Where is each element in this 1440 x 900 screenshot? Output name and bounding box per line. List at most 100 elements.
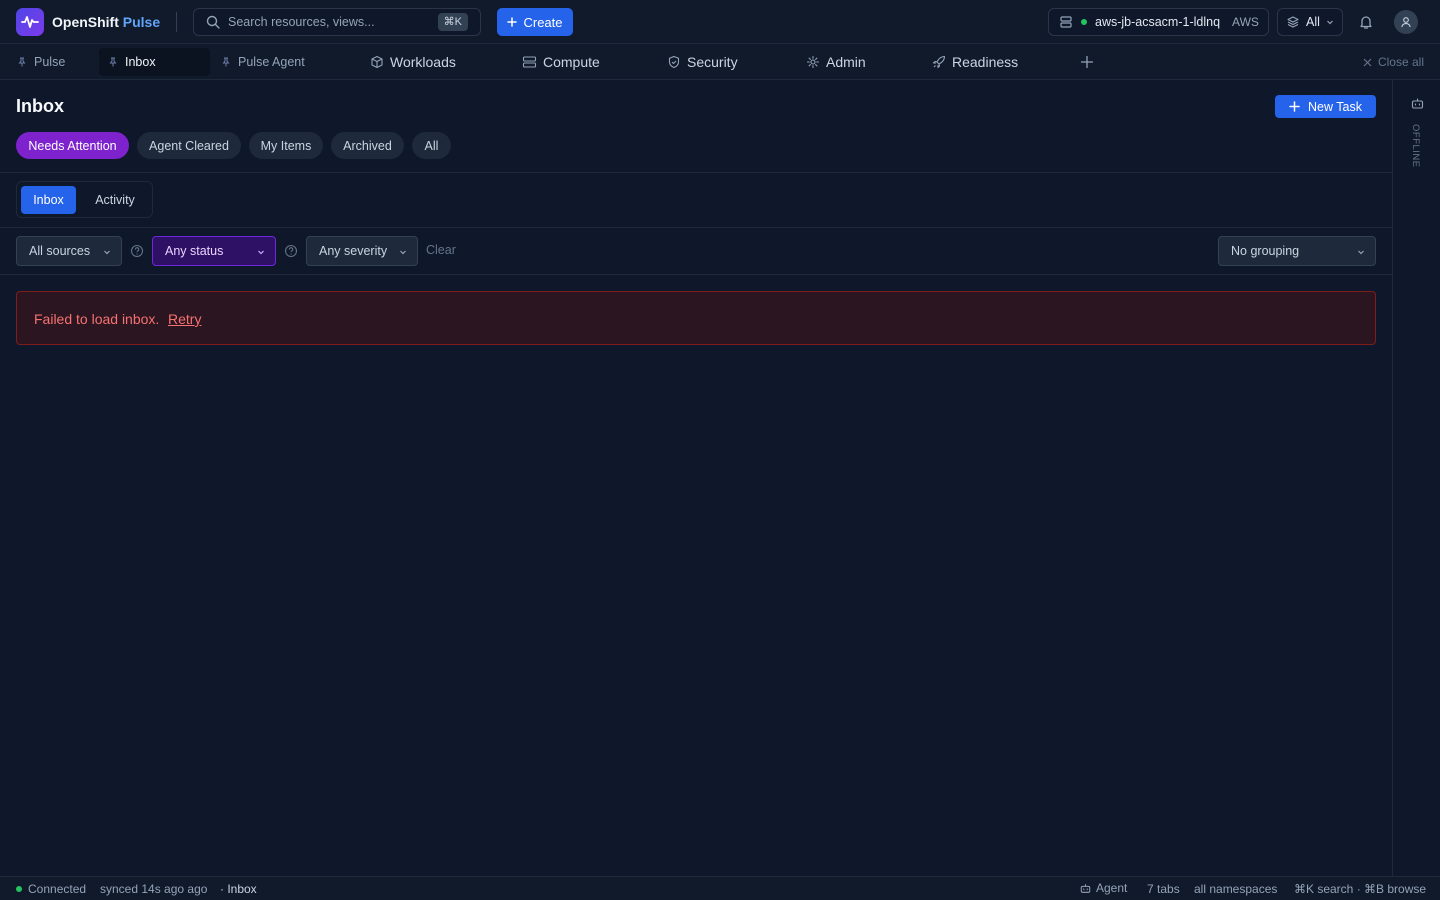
pin-icon <box>222 57 232 67</box>
tab-readiness[interactable]: Readiness <box>932 48 1018 76</box>
chevron-down-icon <box>257 248 265 256</box>
create-button[interactable]: Create <box>497 8 573 36</box>
tab-inbox[interactable]: Inbox <box>99 48 210 76</box>
current-location: · Inbox <box>220 882 257 896</box>
connection-status: Connected <box>28 882 87 896</box>
search-placeholder: Search resources, views... <box>228 15 375 29</box>
tab-workloads[interactable]: Workloads <box>370 48 456 76</box>
tabs-count: 7 tabs <box>1147 882 1180 896</box>
tab-pulse[interactable]: Pulse <box>10 48 90 76</box>
top-bar: OpenShift Pulse Search resources, views.… <box>0 0 1440 44</box>
severity-filter-value: Any severity <box>319 244 388 258</box>
create-label: Create <box>523 14 563 30</box>
header-divider <box>176 12 177 32</box>
chevron-down-icon <box>103 248 111 256</box>
cluster-provider: AWS <box>1232 15 1259 29</box>
tab-label: Readiness <box>952 54 1019 70</box>
filter-chip-needs-attention[interactable]: Needs Attention <box>16 132 129 159</box>
view-toggle: Inbox Activity <box>16 181 153 218</box>
chevron-down-icon <box>399 248 407 256</box>
main-content: Inbox New Task Needs Attention Agent Cle… <box>0 80 1392 876</box>
global-search[interactable]: Search resources, views... ⌘K <box>193 8 481 36</box>
tab-label: Pulse Agent <box>238 55 305 69</box>
filter-chip-archived[interactable]: Archived <box>331 132 404 159</box>
add-tab-icon[interactable] <box>1080 55 1094 69</box>
tab-label: Pulse <box>34 55 66 69</box>
tab-label: Security <box>687 54 738 70</box>
user-icon <box>1400 16 1412 28</box>
close-icon <box>1363 58 1372 67</box>
cluster-status-dot <box>1081 19 1087 25</box>
pulse-logo-icon[interactable] <box>16 8 44 36</box>
status-filter-dropdown[interactable]: Any status <box>152 236 276 266</box>
pin-icon <box>18 57 28 67</box>
status-bar: Connected synced 14s ago ago · Inbox Age… <box>0 876 1440 900</box>
bot-icon <box>1080 883 1091 894</box>
namespace-scope: all namespaces <box>1194 882 1278 896</box>
server-icon <box>1059 15 1073 29</box>
brand-accent: Pulse <box>122 14 161 30</box>
tab-label: Compute <box>543 54 600 70</box>
app-brand[interactable]: OpenShift Pulse <box>52 14 160 30</box>
plus-icon <box>1289 101 1300 112</box>
filter-chip-all[interactable]: All <box>412 132 451 159</box>
plus-icon <box>507 17 518 27</box>
grouping-dropdown[interactable]: No grouping <box>1218 236 1376 266</box>
tab-label: Inbox <box>125 55 156 69</box>
status-filter-value: Any status <box>165 244 224 258</box>
section-divider <box>0 274 1392 275</box>
cluster-name: aws-jb-acsacm-1-ldlnq <box>1095 15 1221 29</box>
tab-pulse-agent[interactable]: Pulse Agent <box>214 48 334 76</box>
help-circle-icon[interactable] <box>130 244 144 258</box>
new-task-button[interactable]: New Task <box>1275 95 1376 118</box>
agent-side-rail[interactable]: OFFLINE <box>1392 80 1440 876</box>
namespace-selector[interactable]: All <box>1277 8 1343 36</box>
section-divider <box>0 172 1392 173</box>
keyboard-shortcuts: ⌘K search · ⌘B browse <box>1294 882 1427 896</box>
close-all-tabs-button[interactable]: Close all <box>1363 55 1424 69</box>
retry-link[interactable]: Retry <box>168 311 201 327</box>
bell-icon[interactable] <box>1358 14 1374 30</box>
layers-icon <box>1286 15 1300 29</box>
sources-filter-dropdown[interactable]: All sources <box>16 236 122 266</box>
gear-icon <box>806 55 820 69</box>
tab-admin[interactable]: Admin <box>806 48 866 76</box>
page-title: Inbox <box>16 96 64 116</box>
connection-status-dot <box>16 886 22 892</box>
namespace-label: All <box>1306 15 1320 29</box>
grouping-value: No grouping <box>1231 244 1300 258</box>
tab-label: Admin <box>826 54 866 70</box>
filter-chip-my-items[interactable]: My Items <box>249 132 323 159</box>
cube-icon <box>370 55 384 69</box>
brand-primary: OpenShift <box>52 14 119 30</box>
user-avatar[interactable] <box>1394 10 1418 34</box>
new-task-label: New Task <box>1308 99 1362 114</box>
cluster-selector[interactable]: aws-jb-acsacm-1-ldlnq AWS <box>1048 8 1269 36</box>
severity-filter-dropdown[interactable]: Any severity <box>306 236 418 266</box>
rocket-icon <box>932 55 946 69</box>
close-all-label: Close all <box>1377 55 1424 69</box>
filter-chip-agent-cleared[interactable]: Agent Cleared <box>137 132 241 159</box>
tab-label: Workloads <box>390 54 456 70</box>
agent-status-label: OFFLINE <box>1410 124 1421 168</box>
error-message: Failed to load inbox. <box>34 311 160 327</box>
chevron-down-icon <box>1357 248 1365 256</box>
agent-label: Agent <box>1096 881 1128 895</box>
tab-compute[interactable]: Compute <box>522 48 600 76</box>
error-banner: Failed to load inbox. Retry <box>16 291 1376 345</box>
sync-status: synced 14s ago ago <box>100 882 208 896</box>
search-shortcut: ⌘K <box>437 13 468 31</box>
search-icon <box>206 15 220 29</box>
help-circle-icon[interactable] <box>284 244 298 258</box>
clear-filters-button[interactable]: Clear <box>426 243 456 257</box>
sources-filter-value: All sources <box>29 244 91 258</box>
section-divider <box>0 227 1392 228</box>
view-toggle-activity[interactable]: Activity <box>80 186 150 214</box>
tab-security[interactable]: Security <box>667 48 738 76</box>
bot-icon[interactable] <box>1411 97 1424 110</box>
agent-status[interactable]: Agent <box>1080 881 1127 895</box>
pin-icon <box>109 57 119 67</box>
view-toggle-inbox[interactable]: Inbox <box>21 186 76 214</box>
chevron-down-icon <box>1326 18 1334 26</box>
shield-icon <box>667 55 681 69</box>
